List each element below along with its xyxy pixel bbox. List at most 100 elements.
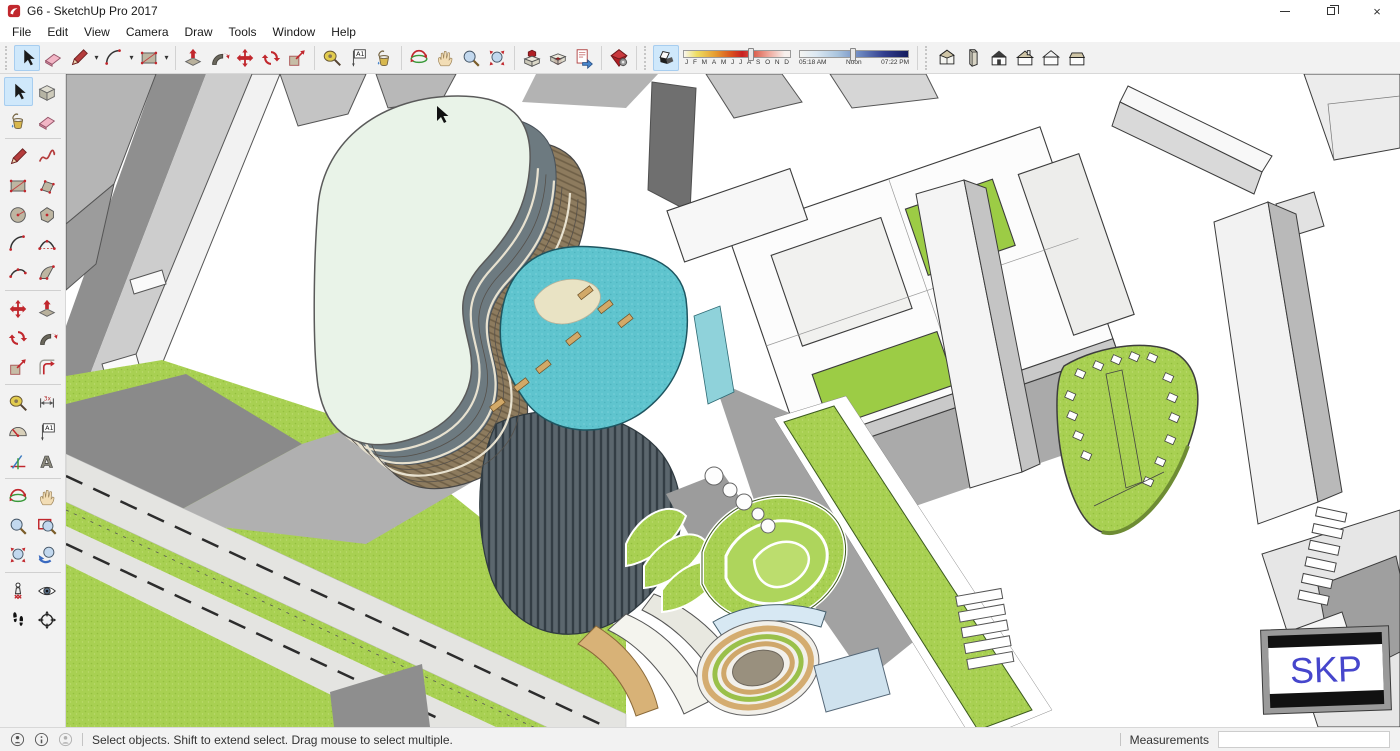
polygon-tool[interactable] xyxy=(33,200,62,229)
three-d-text-tool[interactable]: A xyxy=(33,446,62,475)
sign-in-icon[interactable] xyxy=(58,732,73,747)
rectangle-tool[interactable] xyxy=(136,45,162,71)
look-around-tool[interactable] xyxy=(33,576,62,605)
zoom-extents-tool[interactable] xyxy=(484,45,510,71)
view-back[interactable] xyxy=(1038,45,1064,71)
walk-tool[interactable] xyxy=(4,605,33,634)
menu-file[interactable]: File xyxy=(4,23,39,41)
rotated-rectangle-tool[interactable] xyxy=(33,171,62,200)
zoom-window-tool[interactable] xyxy=(33,511,62,540)
view-left[interactable] xyxy=(1064,45,1090,71)
zoom-tool[interactable] xyxy=(458,45,484,71)
zoom-extents-tool[interactable] xyxy=(4,540,33,569)
orbit-tool[interactable] xyxy=(4,482,33,511)
arc-tool[interactable] xyxy=(101,45,127,71)
view-right[interactable] xyxy=(1012,45,1038,71)
menu-edit[interactable]: Edit xyxy=(39,23,76,41)
time-start-label: 05:18 AM xyxy=(799,59,826,66)
toolbar-separator xyxy=(314,46,315,70)
push-pull-tool[interactable] xyxy=(33,294,62,323)
make-component-tool[interactable] xyxy=(33,77,62,106)
menu-help[interactable]: Help xyxy=(323,23,364,41)
dropdown-arrow-icon[interactable]: ▾ xyxy=(127,53,136,62)
toolset-divider xyxy=(5,138,61,139)
share-model[interactable] xyxy=(545,45,571,71)
menu-draw[interactable]: Draw xyxy=(177,23,221,41)
offset-tool[interactable] xyxy=(33,352,62,381)
restore-button[interactable] xyxy=(1308,0,1354,22)
zoom-extents-icon xyxy=(486,47,508,69)
shadow-date-thumb[interactable] xyxy=(748,48,754,61)
tape-measure-tool[interactable] xyxy=(4,388,33,417)
shadow-time-slider[interactable]: 05:18 AMNoon07:22 PM xyxy=(799,50,909,66)
pan-tool[interactable] xyxy=(432,45,458,71)
view-iso[interactable] xyxy=(934,45,960,71)
eraser-icon xyxy=(36,110,58,132)
circle-tool[interactable] xyxy=(4,200,33,229)
month-letter: A xyxy=(712,59,716,66)
menu-camera[interactable]: Camera xyxy=(118,23,177,41)
shadow-toggle-button[interactable] xyxy=(653,45,679,71)
paint-bucket-tool[interactable] xyxy=(371,45,397,71)
move-tool[interactable] xyxy=(232,45,258,71)
month-letter: M xyxy=(721,59,726,66)
pie-tool[interactable] xyxy=(33,258,62,287)
tape-measure-tool[interactable] xyxy=(319,45,345,71)
three-point-arc-tool[interactable] xyxy=(4,258,33,287)
pan-tool[interactable] xyxy=(33,482,62,511)
scale-tool[interactable] xyxy=(4,352,33,381)
paint-bucket-tool[interactable] xyxy=(4,106,33,135)
line-tool[interactable] xyxy=(4,142,33,171)
minimize-button[interactable] xyxy=(1262,0,1308,22)
scale-icon xyxy=(7,356,29,378)
orbit-tool[interactable] xyxy=(406,45,432,71)
geolocation-icon[interactable] xyxy=(10,732,25,747)
rotate-tool[interactable] xyxy=(4,323,33,352)
measurements-input[interactable] xyxy=(1218,731,1390,748)
push-pull-tool[interactable] xyxy=(180,45,206,71)
toolset-divider xyxy=(5,478,61,479)
shadow-time-thumb[interactable] xyxy=(850,48,856,61)
get-models[interactable] xyxy=(519,45,545,71)
zoom-window-icon xyxy=(36,515,58,537)
menu-view[interactable]: View xyxy=(76,23,118,41)
text-tool[interactable]: A1 xyxy=(33,417,62,446)
position-camera-tool[interactable] xyxy=(4,576,33,605)
rotate-tool[interactable] xyxy=(258,45,284,71)
title-bar: G6 - SketchUp Pro 2017 × xyxy=(0,0,1400,22)
shadow-date-slider[interactable]: JFMAMJJASOND xyxy=(683,50,791,66)
protractor-tool[interactable] xyxy=(4,417,33,446)
section-plane-tool[interactable] xyxy=(33,605,62,634)
extension-warehouse[interactable] xyxy=(606,45,632,71)
previous-view-tool[interactable] xyxy=(33,540,62,569)
zoom-tool[interactable] xyxy=(4,511,33,540)
view-front[interactable] xyxy=(986,45,1012,71)
share-component[interactable] xyxy=(571,45,597,71)
menu-window[interactable]: Window xyxy=(265,23,324,41)
follow-me-tool[interactable] xyxy=(206,45,232,71)
model-viewport[interactable]: SKP xyxy=(66,74,1400,727)
dimension-tool[interactable]: 3x xyxy=(33,388,62,417)
menu-tools[interactable]: Tools xyxy=(221,23,265,41)
credits-icon[interactable] xyxy=(34,732,49,747)
eraser-tool[interactable] xyxy=(40,45,66,71)
axes-tool[interactable] xyxy=(4,446,33,475)
two-point-arc-tool[interactable] xyxy=(33,229,62,258)
select-tool[interactable] xyxy=(14,45,40,71)
scale-tool[interactable] xyxy=(284,45,310,71)
follow-me-tool[interactable] xyxy=(33,323,62,352)
close-button[interactable]: × xyxy=(1354,0,1400,22)
rectangle-tool[interactable] xyxy=(4,171,33,200)
eraser-tool[interactable] xyxy=(33,106,62,135)
freehand-tool[interactable] xyxy=(33,142,62,171)
view-top[interactable] xyxy=(960,45,986,71)
select-tool[interactable] xyxy=(4,77,33,106)
move-tool[interactable] xyxy=(4,294,33,323)
dropdown-arrow-icon[interactable]: ▾ xyxy=(162,53,171,62)
dropdown-arrow-icon[interactable]: ▾ xyxy=(92,53,101,62)
line-tool[interactable] xyxy=(66,45,92,71)
arc-tool[interactable] xyxy=(4,229,33,258)
paint-bucket-icon xyxy=(373,47,395,69)
text-tool[interactable]: A1 xyxy=(345,45,371,71)
skp-billboard: SKP xyxy=(1261,626,1392,714)
